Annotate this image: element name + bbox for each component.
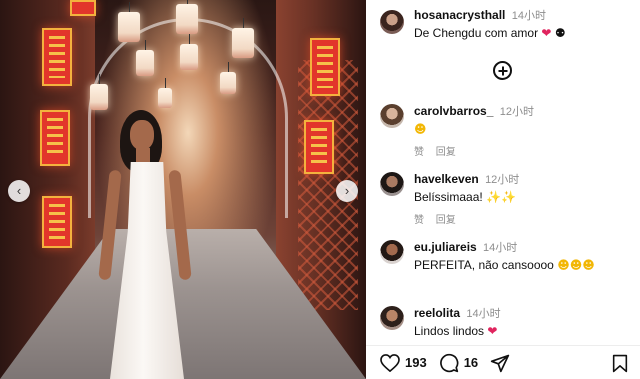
username[interactable]: reelolita — [414, 306, 460, 320]
avatar[interactable] — [380, 104, 404, 128]
red-sign — [310, 38, 340, 96]
comment-text: ☻ — [414, 121, 632, 137]
timestamp: 14小时 — [466, 308, 501, 320]
timestamp: 12小时 — [485, 174, 520, 186]
like-comment-link[interactable]: 赞 — [414, 215, 424, 226]
lantern — [232, 18, 254, 58]
plus-circle-icon[interactable] — [493, 61, 512, 80]
lantern — [176, 0, 198, 34]
comment-header: carolvbarros_ 12小时 — [414, 104, 632, 119]
bookmark-icon[interactable] — [612, 354, 628, 373]
paper-plane-icon[interactable] — [490, 353, 510, 373]
save-action[interactable] — [612, 354, 628, 378]
red-sign — [42, 28, 72, 86]
post-photo[interactable]: ‹ › — [0, 0, 366, 379]
comment-header: reelolita 14小时 — [414, 306, 632, 321]
red-sign — [40, 110, 70, 166]
timestamp: 12小时 — [499, 106, 534, 118]
woman-in-white-dress — [96, 110, 196, 379]
lantern — [136, 40, 154, 76]
post-action-bar: 193 16 — [366, 345, 640, 379]
comment-actions: 赞 回复 — [414, 143, 632, 158]
comments-count: 16 — [463, 355, 479, 370]
caption-text: De Chengdu com amor ❤ ⚉ — [414, 25, 632, 41]
comment-text-content: Lindos lindos — [414, 324, 485, 338]
comment-text-content: Belíssimaaa! — [414, 190, 483, 204]
username[interactable]: eu.juliareis — [414, 240, 477, 254]
instagram-post: ‹ › hosanacrysthall 14小时 De Chengdu com … — [0, 0, 640, 379]
comments-panel: hosanacrysthall 14小时 De Chengdu com amor… — [366, 0, 640, 379]
comment-text: Belíssimaaa! ✨✨ — [414, 189, 632, 205]
username[interactable]: hosanacrysthall — [414, 8, 505, 22]
like-comment-link[interactable]: 赞 — [414, 147, 424, 158]
panda-emoji-icon: ⚉ — [554, 26, 566, 40]
comment-text: PERFEITA, não cansoooo ☻☻☻ — [414, 257, 632, 273]
comment-header: eu.juliareis 14小时 — [414, 240, 632, 255]
lantern — [118, 2, 140, 42]
comment-action[interactable]: 16 — [439, 353, 478, 373]
comment-body: eu.juliareis 14小时 PERFEITA, não cansoooo… — [414, 240, 632, 273]
comment-body: carolvbarros_ 12小时 ☻ 赞 回复 — [414, 104, 632, 158]
timestamp: 14小时 — [483, 242, 518, 254]
woman-arm — [168, 169, 192, 281]
caption-body: hosanacrysthall 14小时 De Chengdu com amor… — [414, 8, 632, 41]
lantern — [220, 62, 236, 94]
comment-body: reelolita 14小时 Lindos lindos ❤ — [414, 306, 632, 339]
heart-emoji-icon: ❤ — [487, 324, 498, 338]
lantern — [158, 78, 172, 108]
heart-eyes-emoji-icon: ☻☻☻ — [557, 258, 595, 272]
red-sign — [70, 0, 96, 16]
chevron-left-icon[interactable]: ‹ — [8, 180, 30, 202]
comment-header: havelkeven 12小时 — [414, 172, 632, 187]
comment-text-content: PERFEITA, não cansoooo — [414, 258, 554, 272]
grinning-emoji-icon: ☻ — [414, 122, 427, 136]
reply-link[interactable]: 回复 — [436, 215, 456, 226]
timestamp: 14小时 — [511, 10, 546, 22]
avatar[interactable] — [380, 306, 404, 330]
avatar[interactable] — [380, 10, 404, 34]
speech-bubble-icon[interactable] — [439, 353, 459, 373]
caption-header: hosanacrysthall 14小时 — [414, 8, 632, 23]
avatar[interactable] — [380, 240, 404, 264]
red-sign — [304, 120, 334, 174]
lantern — [90, 74, 108, 110]
comment-body: havelkeven 12小时 Belíssimaaa! ✨✨ 赞 回复 — [414, 172, 632, 226]
sparkles-emoji-icon: ✨✨ — [486, 190, 516, 204]
share-action[interactable] — [490, 353, 510, 373]
heart-outline-icon[interactable] — [380, 353, 400, 372]
username[interactable]: carolvbarros_ — [414, 104, 493, 118]
reply-link[interactable]: 回复 — [436, 147, 456, 158]
red-sign — [42, 196, 72, 248]
like-action[interactable]: 193 — [380, 353, 427, 372]
likes-count: 193 — [405, 355, 427, 370]
avatar[interactable] — [380, 172, 404, 196]
lantern — [180, 34, 198, 70]
username[interactable]: havelkeven — [414, 172, 479, 186]
woman-arm — [98, 169, 122, 281]
heart-emoji-icon: ❤ — [541, 26, 552, 40]
comment-actions: 赞 回复 — [414, 211, 632, 226]
chevron-right-icon[interactable]: › — [336, 180, 358, 202]
caption-text-content: De Chengdu com amor — [414, 26, 539, 40]
woman-face — [130, 120, 154, 150]
woman-neck — [136, 148, 150, 164]
comment-text: Lindos lindos ❤ — [414, 323, 632, 339]
